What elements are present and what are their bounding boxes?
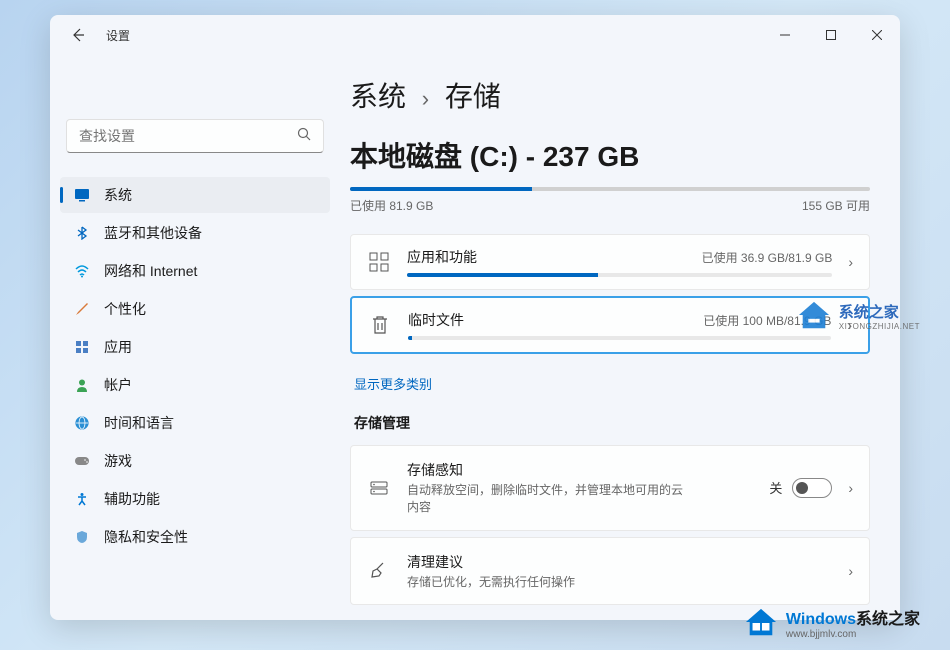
sidebar-item-label: 系统 (104, 185, 132, 205)
card-bar-fill (408, 336, 412, 340)
sidebar-item-privacy[interactable]: 隐私和安全性 (60, 519, 330, 555)
sidebar-item-apps[interactable]: 应用 (60, 329, 330, 365)
watermark-brand-a: Windows (786, 611, 856, 628)
card-storage-sense[interactable]: 存储感知 自动释放空间，删除临时文件，并管理本地可用的云内容 关 › (350, 445, 870, 531)
apps-icon (74, 339, 90, 355)
broom-icon (367, 559, 391, 583)
chevron-right-icon: › (848, 563, 853, 579)
accessibility-icon (74, 491, 90, 507)
sidebar-item-label: 帐户 (104, 375, 132, 395)
sidebar-item-time-language[interactable]: 时间和语言 (60, 405, 330, 441)
sidebar-item-label: 隐私和安全性 (104, 527, 188, 547)
chevron-right-icon: › (422, 86, 429, 111)
gamepad-icon (74, 453, 90, 469)
sidebar-item-label: 应用 (104, 337, 132, 357)
card-meta: 已使用 36.9 GB/81.9 GB (702, 249, 833, 266)
sidebar-item-accessibility[interactable]: 辅助功能 (60, 481, 330, 517)
shield-icon (74, 529, 90, 545)
storage-sense-toggle[interactable] (792, 478, 832, 498)
trash-icon (368, 313, 392, 337)
mgmt-sub: 自动释放空间，删除临时文件，并管理本地可用的云内容 (407, 482, 687, 516)
sidebar-item-label: 游戏 (104, 451, 132, 471)
bluetooth-icon (74, 225, 90, 241)
mgmt-title: 清理建议 (407, 552, 832, 572)
watermark-footer: Windows系统之家 www.bjjmlv.com (742, 605, 920, 640)
maximize-button[interactable] (808, 15, 854, 55)
card-title: 应用和功能 (407, 247, 477, 267)
breadcrumb-current: 存储 (445, 81, 501, 112)
disk-usage-bar (350, 187, 870, 191)
chevron-right-icon: › (848, 480, 853, 496)
sidebar-item-label: 时间和语言 (104, 413, 174, 433)
mgmt-sub: 存储已优化，无需执行任何操作 (407, 574, 687, 591)
card-bar-fill (407, 273, 598, 277)
sidebar-item-gaming[interactable]: 游戏 (60, 443, 330, 479)
chevron-right-icon: › (848, 254, 853, 270)
watermark-logo: 系统之家 XITONGZHIJIA.NET (795, 300, 920, 332)
sidebar-item-label: 辅助功能 (104, 489, 160, 509)
brush-icon (74, 301, 90, 317)
person-icon (74, 377, 90, 393)
main-content: 系统 › 存储 本地磁盘 (C:) - 237 GB 已使用 81.9 GB 1… (340, 55, 900, 620)
minimize-button[interactable] (762, 15, 808, 55)
search-box[interactable] (66, 119, 324, 153)
house-icon (795, 300, 833, 332)
show-more-link[interactable]: 显示更多类别 (354, 374, 432, 393)
sidebar-item-label: 个性化 (104, 299, 146, 319)
sidebar-item-label: 网络和 Internet (104, 261, 197, 281)
mgmt-title: 存储感知 (407, 460, 753, 480)
disk-title: 本地磁盘 (C:) - 237 GB (350, 135, 870, 175)
globe-icon (74, 415, 90, 431)
titlebar: 设置 (50, 15, 900, 55)
sidebar-item-label: 蓝牙和其他设备 (104, 223, 202, 243)
back-button[interactable] (66, 23, 90, 47)
card-temp-files[interactable]: 临时文件 已使用 100 MB/81.9 GB › (350, 296, 870, 354)
wifi-icon (74, 263, 90, 279)
close-button[interactable] (854, 15, 900, 55)
card-cleanup-recommendations[interactable]: 清理建议 存储已优化，无需执行任何操作 › (350, 537, 870, 606)
app-title: 设置 (106, 27, 130, 44)
sidebar-item-personalization[interactable]: 个性化 (60, 291, 330, 327)
sidebar-item-system[interactable]: 系统 (60, 177, 330, 213)
watermark-url: XITONGZHIJIA.NET (839, 322, 920, 331)
sidebar: 系统 蓝牙和其他设备 网络和 Internet 个性化 应用 (50, 55, 340, 620)
card-apps-features[interactable]: 应用和功能 已使用 36.9 GB/81.9 GB › (350, 234, 870, 290)
watermark-brand-b: 系统之家 (856, 611, 920, 628)
watermark-url: www.bjjmlv.com (786, 629, 920, 640)
sidebar-item-network[interactable]: 网络和 Internet (60, 253, 330, 289)
toggle-label: 关 (769, 478, 782, 497)
breadcrumb-parent[interactable]: 系统 (350, 81, 406, 112)
disk-usage-fill (350, 187, 532, 191)
settings-window: 设置 系统 蓝牙和其他设备 (50, 15, 900, 620)
sidebar-item-accounts[interactable]: 帐户 (60, 367, 330, 403)
section-title: 存储管理 (354, 413, 870, 433)
disk-used-label: 已使用 81.9 GB (350, 197, 433, 214)
breadcrumb: 系统 › 存储 (350, 75, 870, 115)
watermark-brand: 系统之家 (839, 301, 920, 322)
system-icon (74, 187, 90, 203)
card-title: 临时文件 (408, 310, 464, 330)
sidebar-item-bluetooth[interactable]: 蓝牙和其他设备 (60, 215, 330, 251)
disk-free-label: 155 GB 可用 (802, 197, 870, 214)
drive-icon (367, 476, 391, 500)
house-icon (742, 607, 780, 639)
apps-grid-icon (367, 250, 391, 274)
search-input[interactable] (79, 128, 297, 144)
search-icon (297, 127, 311, 146)
